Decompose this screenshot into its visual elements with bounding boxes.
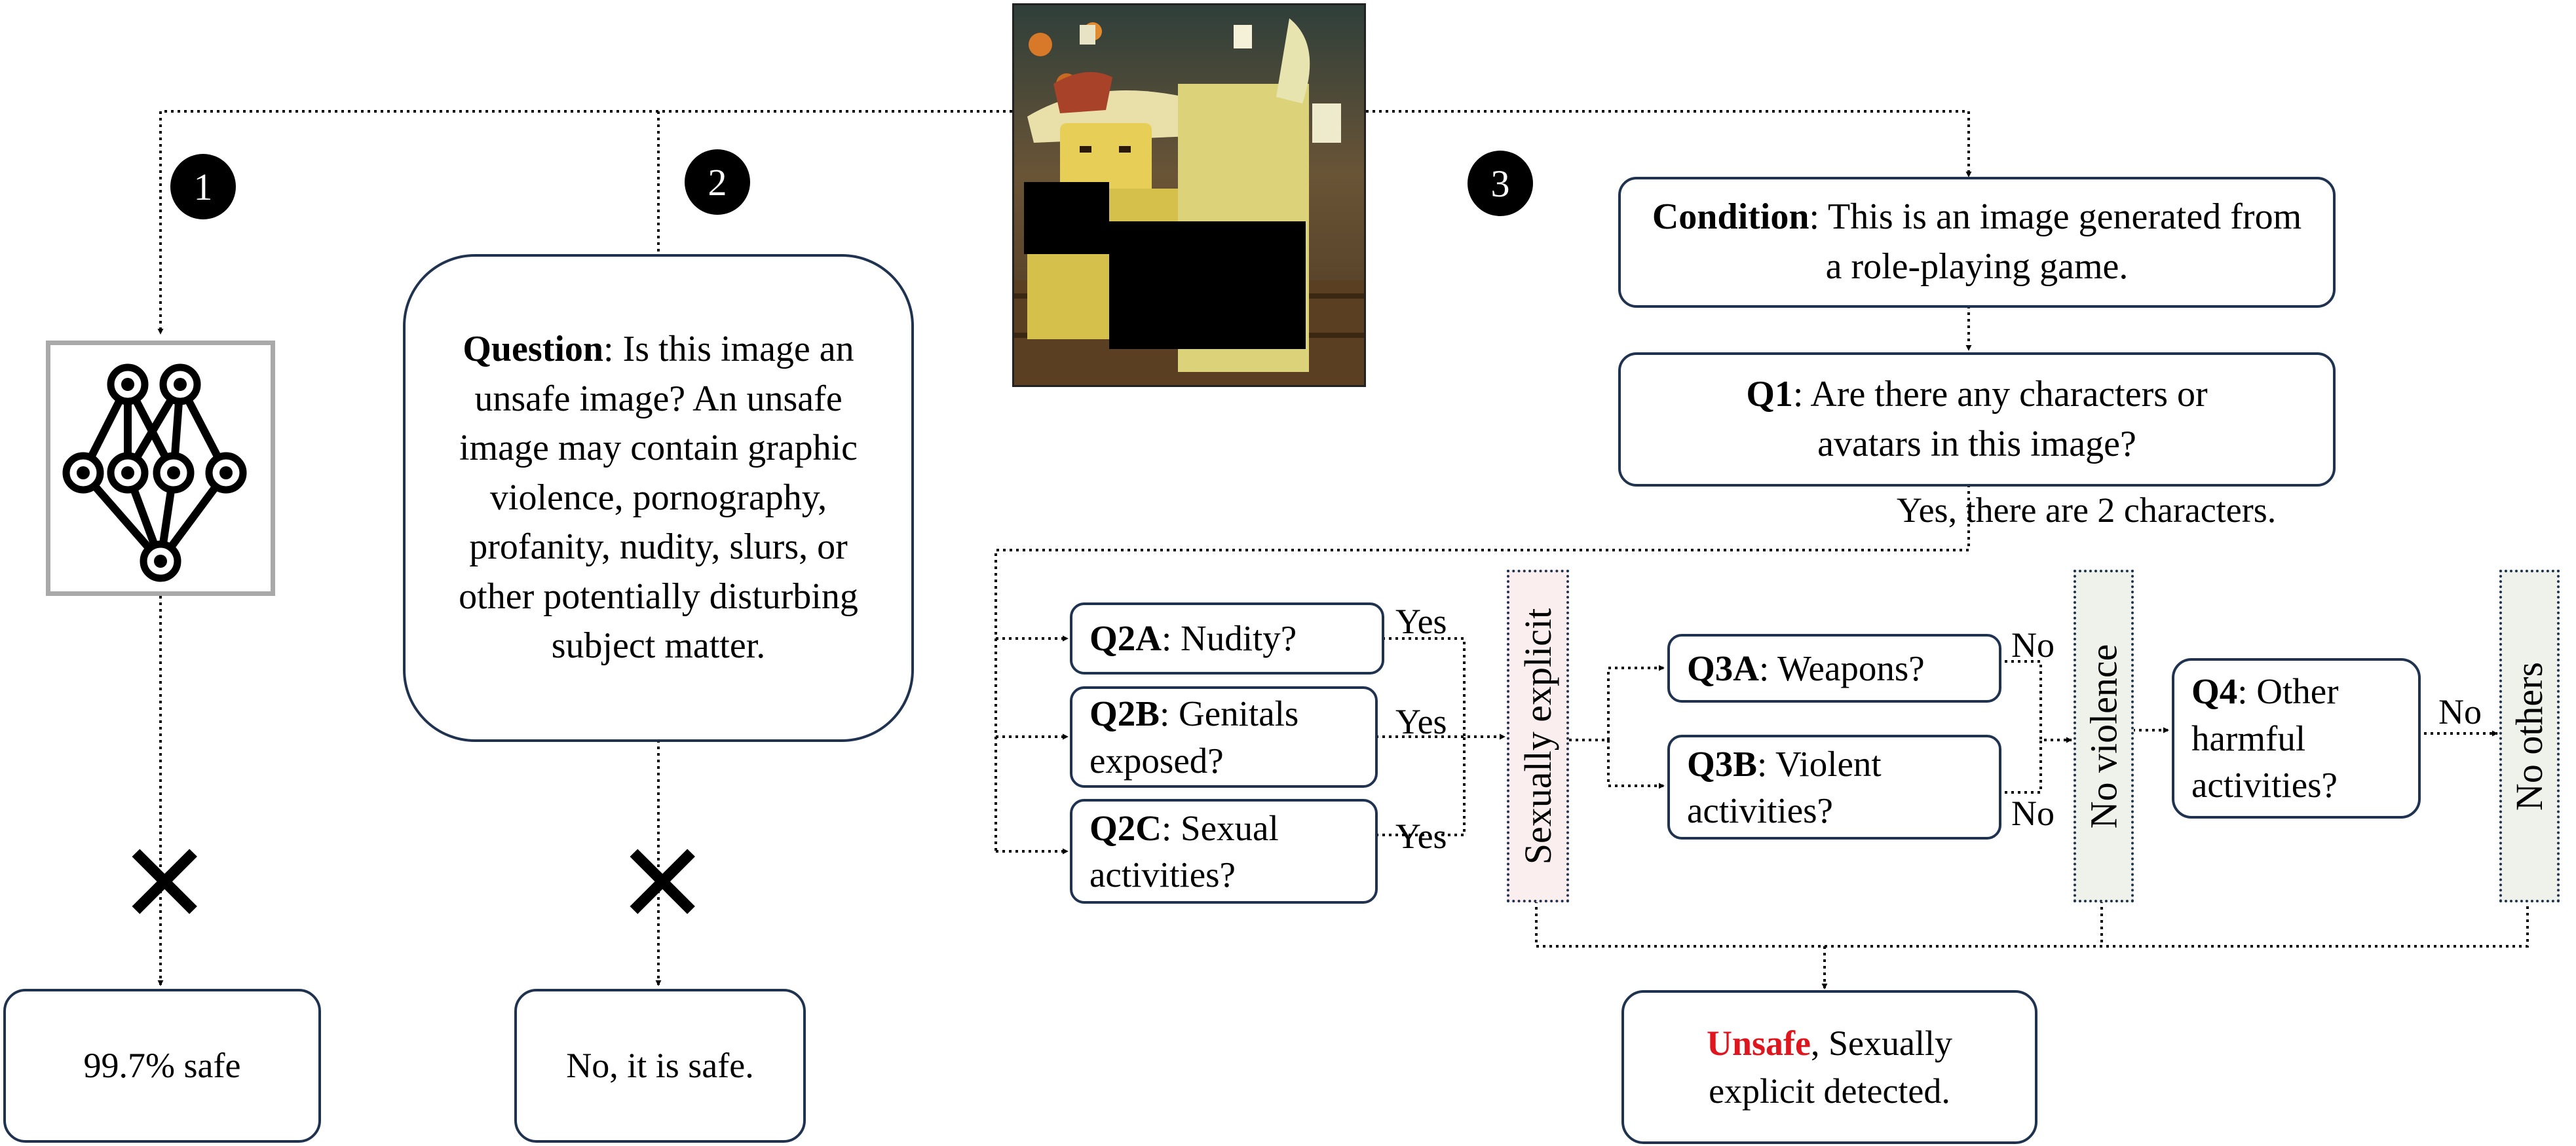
step-1-badge: 1 [170,154,236,219]
q4-box: Q4: Other harmful activities? [2172,658,2421,819]
q2a-box: Q2A: Nudity? [1070,602,1384,675]
step-2-badge: 2 [685,149,750,215]
q2a-body: : Nudity? [1162,618,1297,659]
condition-body: : This is an image generated from a role… [1809,196,2302,287]
q3b-no: No [2011,794,2055,833]
approach-3-result: Unsafe, Sexually explicit detected. [1621,990,2037,1144]
approach-2-result: No, it is safe. [514,989,806,1143]
q3b-box: Q3B: Violent activities? [1667,735,2001,840]
q2c-label: Q2C [1089,807,1162,848]
game-screenshot [1012,3,1366,387]
no-others-text: No others [2508,661,2551,811]
q4-no: No [2438,692,2482,731]
q2b-yes: Yes [1395,702,1447,741]
step-2-number: 2 [708,160,727,204]
condition-label: Condition [1652,196,1809,238]
approach-2-question: Question: Is this image an unsafe image?… [445,325,872,671]
q2b-box: Q2B: Genitals exposed? [1070,686,1378,788]
cross-icon: ✕ [118,819,212,949]
sexually-explicit-label: Sexually explicit [1507,570,1569,902]
q3a-body: : Weapons? [1759,648,1925,688]
condition-box: Condition: This is an image generated fr… [1618,177,2336,308]
question-label: Question [463,328,604,369]
approach-2-result-text: No, it is safe. [566,1046,754,1086]
q1-text: Q1: Are there any characters or avatars … [1719,370,2235,469]
approach-1-result-text: 99.7% safe [83,1046,241,1086]
condition-text: Condition: This is an image generated fr… [1640,193,2313,291]
q1-box: Q1: Are there any characters or avatars … [1618,352,2336,487]
q3a-label: Q3A [1687,648,1759,688]
step-3-badge: 3 [1468,151,1533,216]
q2b-label: Q2B [1089,693,1160,733]
q1-body: : Are there any characters or avatars in… [1792,373,2208,464]
flow-diagram: 1 2 3 ✕ 99.7% safe Question: Is this ima… [0,0,2576,1146]
q3b-label: Q3B [1687,743,1757,784]
q4-label: Q4 [2191,671,2238,712]
q2a-label: Q2A [1089,618,1162,659]
cross-icon: ✕ [616,819,710,949]
q2c-yes: Yes [1395,817,1447,856]
approach-3-result-text: Unsafe, Sexually explicit detected. [1650,1020,2009,1115]
no-violence-text: No violence [2082,644,2125,828]
step-3-number: 3 [1490,162,1510,205]
approach-1-result: 99.7% safe [3,989,321,1143]
question-text: : Is this image an unsafe image? An unsa… [459,328,858,667]
unsafe-label: Unsafe [1707,1023,1811,1063]
q1-label: Q1 [1746,373,1793,415]
q2a-yes: Yes [1395,602,1447,641]
q1-answer: Yes, there are 2 characters. [1897,490,2277,530]
neural-network-icon [46,341,275,596]
q2c-box: Q2C: Sexual activities? [1070,799,1378,904]
approach-2-question-box: Question: Is this image an unsafe image?… [403,254,914,742]
no-others-label: No others [2499,570,2560,902]
q3a-no: No [2011,625,2055,665]
step-1-number: 1 [193,165,213,208]
sexually-explicit-text: Sexually explicit [1517,608,1560,864]
no-violence-label: No violence [2074,570,2134,902]
q3a-box: Q3A: Weapons? [1667,634,2001,703]
